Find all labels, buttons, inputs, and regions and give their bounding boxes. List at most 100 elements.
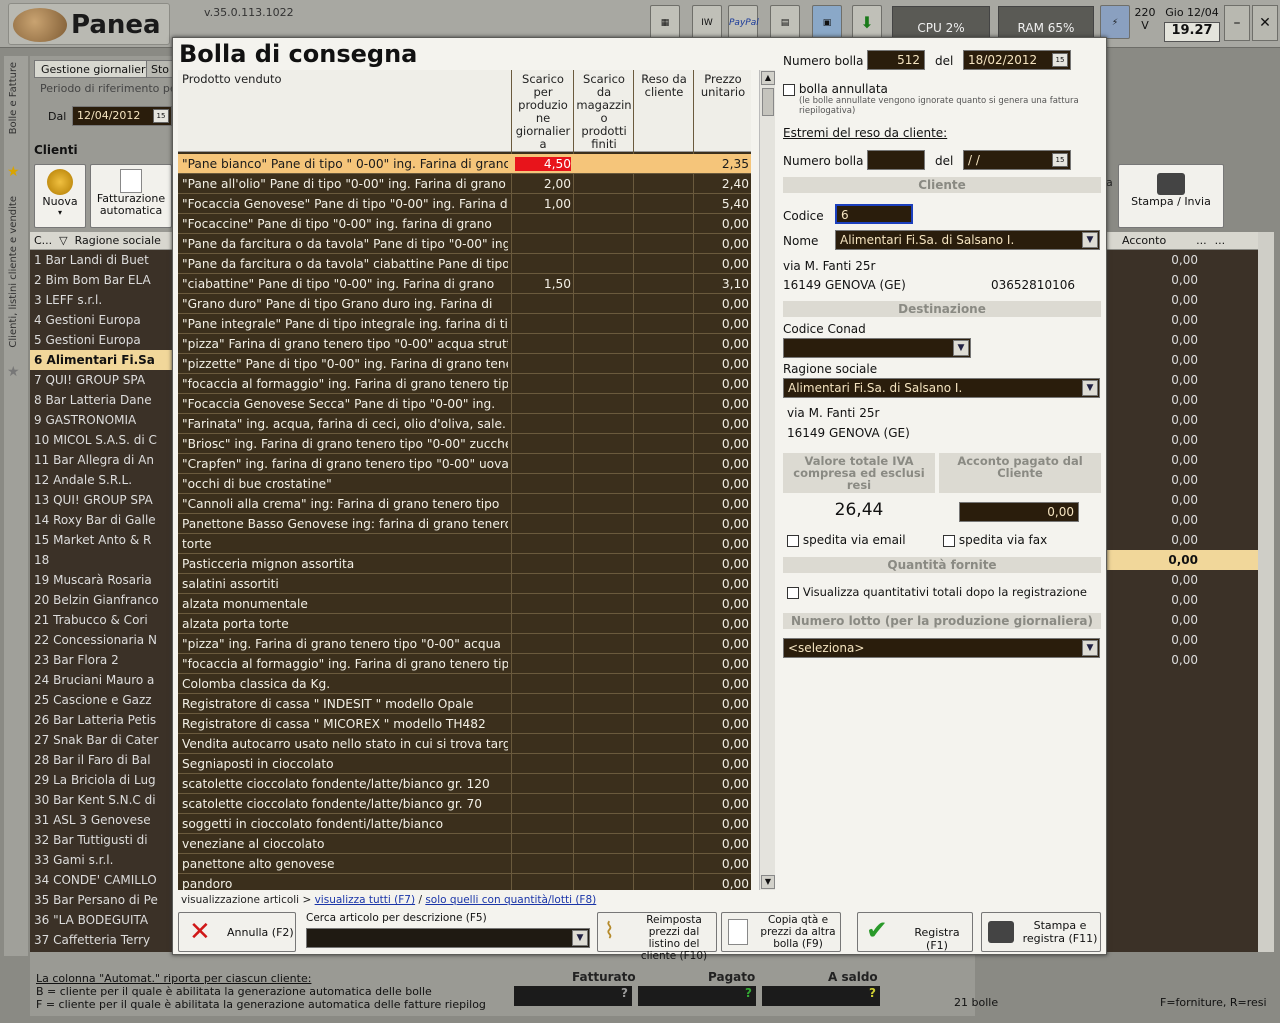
email-checkbox[interactable] <box>787 534 799 547</box>
table-row[interactable]: "occhi di bue crostatine" 0,00 <box>178 474 751 494</box>
acconto-input[interactable]: 0,00 <box>959 502 1079 522</box>
dal-date-field[interactable]: 12/04/2012 15 <box>72 106 172 126</box>
tab-storico[interactable]: Sto <box>146 60 174 78</box>
table-row[interactable]: scatolette cioccolato fondente/latte/bia… <box>178 794 751 814</box>
client-row[interactable]: 15 Market Anto & R <box>30 530 175 550</box>
calendar-button-icon[interactable]: 15 <box>153 109 169 123</box>
client-row[interactable]: 32 Bar Tuttigusti di <box>30 830 175 850</box>
table-row[interactable]: "Pane da farcitura o da tavola" Pane di … <box>178 234 751 254</box>
star-icon-2[interactable]: ★ <box>7 364 20 380</box>
chevron-down-icon[interactable]: ▼ <box>1082 232 1098 248</box>
client-row[interactable]: 6 Alimentari Fi.Sa <box>30 350 175 370</box>
client-row[interactable]: 36 "LA BODEGUITA <box>30 910 175 930</box>
prezzo-cell[interactable]: 0,00 <box>695 377 749 391</box>
search-input[interactable]: ▼ <box>306 928 590 948</box>
col-prodotto[interactable]: Prodotto venduto <box>182 73 282 86</box>
client-row[interactable]: 29 La Briciola di Lug <box>30 770 175 790</box>
nuova-button[interactable]: Nuova ▾ <box>34 164 86 228</box>
fax-checkbox[interactable] <box>943 534 955 547</box>
prezzo-cell[interactable]: 0,00 <box>695 217 749 231</box>
copia-button[interactable]: Copia qtà e prezzi da altra bolla (F9) <box>721 912 841 952</box>
ragione-select[interactable]: Alimentari Fi.Sa. di Salsano I. ▼ <box>783 378 1100 398</box>
stampa-invia-button[interactable]: Stampa / Invia <box>1118 164 1224 228</box>
stampa-registra-button[interactable]: Stampa e registra (F11) <box>981 912 1101 952</box>
client-row[interactable]: 12 Andale S.R.L. <box>30 470 175 490</box>
close-button[interactable]: ✕ <box>1252 5 1278 41</box>
col-reso[interactable]: Reso da cliente <box>636 73 692 99</box>
client-row[interactable]: 5 Gestioni Europa <box>30 330 175 350</box>
annullata-checkbox-row[interactable]: bolla annullata <box>783 82 888 96</box>
prezzo-cell[interactable]: 2,35 <box>695 157 749 171</box>
client-row[interactable]: 7 QUI! GROUP SPA <box>30 370 175 390</box>
reso-date-input[interactable]: / /15 <box>963 150 1071 170</box>
client-row[interactable]: 13 QUI! GROUP SPA <box>30 490 175 510</box>
prezzo-cell[interactable]: 0,00 <box>695 717 749 731</box>
scarico-produzione-cell[interactable]: 1,50 <box>515 277 571 291</box>
table-row[interactable]: panettone alto genovese 0,00 <box>178 854 751 874</box>
table-row[interactable]: "focaccia al formaggio" ing. Farina di g… <box>178 374 751 394</box>
prezzo-cell[interactable]: 0,00 <box>695 557 749 571</box>
iw-icon[interactable]: IW <box>692 5 722 39</box>
col-prezzo[interactable]: Prezzo unitario <box>696 73 750 99</box>
del-date-input[interactable]: 18/02/2012 15 <box>963 50 1071 70</box>
prezzo-cell[interactable]: 2,40 <box>695 177 749 191</box>
prezzo-cell[interactable]: 0,00 <box>695 657 749 671</box>
table-row[interactable]: "Briosc" ing. Farina di grano tenero tip… <box>178 434 751 454</box>
table-row[interactable]: "Pane all'olio" Pane di tipo "0-00" ing.… <box>178 174 751 194</box>
table-row[interactable]: pandoro 0,00 <box>178 874 751 890</box>
client-row[interactable]: 1 Bar Landi di Buet <box>30 250 175 270</box>
client-row[interactable]: 31 ASL 3 Genovese <box>30 810 175 830</box>
scarico-produzione-cell[interactable]: 1,00 <box>515 197 571 211</box>
client-row[interactable]: 26 Bar Latteria Petis <box>30 710 175 730</box>
fax-checkbox-row[interactable]: spedita via fax <box>943 533 1047 547</box>
prezzo-cell[interactable]: 0,00 <box>695 677 749 691</box>
client-row[interactable]: 9 GASTRONOMIA <box>30 410 175 430</box>
prezzo-cell[interactable]: 0,00 <box>695 737 749 751</box>
rail-bolle-fatture[interactable]: Bolle e Fatture <box>8 62 19 134</box>
table-row[interactable]: Pasticceria mignon assortita 0,00 <box>178 554 751 574</box>
table-row[interactable]: "Focaccia Genovese Secca" Pane di tipo "… <box>178 394 751 414</box>
prezzo-cell[interactable]: 0,00 <box>695 757 749 771</box>
grid-scrollbar[interactable]: ▲ ▼ <box>759 70 775 890</box>
prezzo-cell[interactable]: 0,00 <box>695 837 749 851</box>
prezzo-cell[interactable]: 0,00 <box>695 637 749 651</box>
table-row[interactable]: Colomba classica da Kg. 0,00 <box>178 674 751 694</box>
client-row[interactable]: 10 MICOL S.A.S. di C <box>30 430 175 450</box>
prezzo-cell[interactable]: 0,00 <box>695 857 749 871</box>
prezzo-cell[interactable]: 3,10 <box>695 277 749 291</box>
prezzo-cell[interactable]: 0,00 <box>695 697 749 711</box>
prezzo-cell[interactable]: 0,00 <box>695 317 749 331</box>
table-row[interactable]: soggetti in cioccolato fondenti/latte/bi… <box>178 814 751 834</box>
table-row[interactable]: Vendita autocarro usato nello stato in c… <box>178 734 751 754</box>
chevron-down-icon[interactable]: ▼ <box>953 340 969 356</box>
prezzo-cell[interactable]: 0,00 <box>695 877 749 890</box>
table-row[interactable]: scatolette cioccolato fondente/latte/bia… <box>178 774 751 794</box>
conad-select[interactable]: ▼ <box>783 338 971 358</box>
nome-select[interactable]: Alimentari Fi.Sa. di Salsano I. ▼ <box>835 230 1100 250</box>
reimposta-button[interactable]: ⌇ Reimposta prezzi dal listino del clien… <box>597 912 717 962</box>
client-row[interactable]: 22 Concessionaria N <box>30 630 175 650</box>
rail-clienti[interactable]: Clienti, listini cliente e vendite <box>8 196 19 348</box>
prezzo-cell[interactable]: 0,00 <box>695 297 749 311</box>
annulla-button[interactable]: ✕ Annulla (F2) <box>178 912 296 952</box>
reso-numero-input[interactable] <box>867 150 925 170</box>
prezzo-cell[interactable]: 0,00 <box>695 817 749 831</box>
prezzo-cell[interactable]: 0,00 <box>695 497 749 511</box>
prezzo-cell[interactable]: 0,00 <box>695 777 749 791</box>
chevron-down-icon[interactable]: ▼ <box>1082 380 1098 396</box>
calculator-icon[interactable]: ▦ <box>650 5 680 39</box>
table-row[interactable]: "pizzette" Pane di tipo "0-00" ing. Fari… <box>178 354 751 374</box>
client-row[interactable]: 28 Bar il Faro di Bal <box>30 750 175 770</box>
chevron-down-icon[interactable]: ▼ <box>572 930 588 946</box>
table-row[interactable]: "Pane bianco" Pane di tipo " 0-00" ing. … <box>178 154 751 174</box>
prezzo-cell[interactable]: 0,00 <box>695 537 749 551</box>
col-scarico-produzione[interactable]: Scarico per produzio ne giornalier a <box>514 73 572 151</box>
prezzo-cell[interactable]: 0,00 <box>695 357 749 371</box>
numero-bolla-input[interactable]: 512 <box>867 50 925 70</box>
client-row[interactable]: 33 Gami s.r.l. <box>30 850 175 870</box>
table-row[interactable]: "Farinata" ing. acqua, farina di ceci, o… <box>178 414 751 434</box>
table-row[interactable]: Registratore di cassa " INDESIT " modell… <box>178 694 751 714</box>
client-row[interactable]: 19 Muscarà Rosaria <box>30 570 175 590</box>
table-row[interactable]: "pizza" ing. Farina di grano tenero tipo… <box>178 634 751 654</box>
table-row[interactable]: Segniaposti in cioccolato 0,00 <box>178 754 751 774</box>
